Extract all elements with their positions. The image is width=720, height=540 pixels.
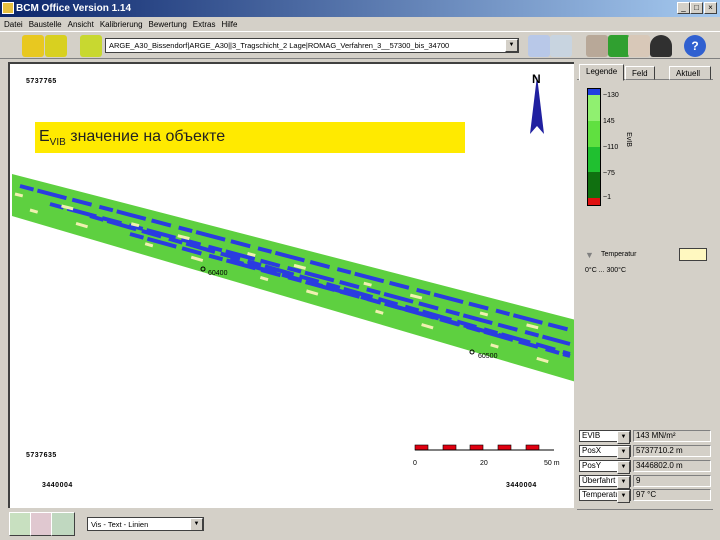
tab-legende[interactable]: Legende (579, 64, 625, 81)
layer-select[interactable]: Vis - Text - Linien ▼ (87, 517, 204, 531)
menu-baustelle[interactable]: Baustelle (29, 20, 62, 29)
project-select-value: ARGE_A30_Bissendorf|ARGE_A30||3_Tragschi… (109, 41, 450, 50)
app-icon (2, 2, 14, 14)
scale-label-0: 0 (413, 460, 417, 467)
layer-select-value: Vis - Text - Linien (91, 520, 149, 529)
readout-field-select[interactable]: Überfahrt ▼ (579, 475, 631, 489)
annotation-text: значение на объекте (70, 128, 226, 145)
legend-label: 145 (603, 118, 615, 125)
project-select[interactable]: ARGE_A30_Bissendorf|ARGE_A30||3_Tragschi… (105, 38, 519, 53)
open-folder-icon[interactable] (80, 35, 102, 57)
maximize-button[interactable]: □ (690, 2, 703, 14)
menu-datei[interactable]: Datei (4, 20, 23, 29)
readout-value: 9 (633, 475, 711, 487)
readout-field-select[interactable]: PosY ▼ (579, 460, 631, 474)
readout-value: 3446802.0 m (633, 460, 711, 472)
readout-value: 97 °C (633, 489, 711, 501)
menu-ansicht[interactable]: Ansicht (68, 20, 94, 29)
station-label: 60500 (478, 353, 498, 360)
lines-icon[interactable] (628, 35, 650, 57)
north-label: N (532, 72, 541, 86)
map-icon[interactable] (586, 35, 608, 57)
legend-color-bar (587, 88, 601, 206)
menu-kalibrierung[interactable]: Kalibrierung (100, 20, 143, 29)
panel-tabs: Legende Feld Aktuell (577, 64, 713, 81)
coord-x-left: 3440004 (42, 482, 73, 489)
toolbar: ARGE_A30_Bissendorf|ARGE_A30||3_Tragschi… (0, 31, 720, 59)
divider (577, 509, 713, 510)
menu-extras[interactable]: Extras (193, 20, 216, 29)
title-bar: BCM Office Version 1.14 (0, 0, 720, 17)
filter-range: 0°C ... 300°C (585, 267, 627, 274)
coord-y-bottom: 5737635 (26, 452, 57, 459)
coord-y-top: 5737765 (26, 78, 57, 85)
tab-feld[interactable]: Feld (625, 66, 655, 80)
legend-label: ~130 (603, 92, 619, 99)
roller-icon[interactable] (22, 35, 44, 57)
layers-icon[interactable] (608, 35, 630, 57)
station-label: 60400 (208, 270, 228, 277)
roller-add-icon[interactable] (45, 35, 67, 57)
scale-label-20: 20 (480, 460, 488, 467)
legend-unit: EvIB (624, 132, 632, 147)
readout-value: 143 MN/m² (633, 430, 711, 442)
window-title: BCM Office Version 1.14 (16, 3, 132, 14)
refresh-map-icon[interactable] (51, 512, 75, 536)
legend-label: ~75 (603, 170, 615, 177)
readout-value: 5737710.2 m (633, 445, 711, 457)
help-icon[interactable]: ? (684, 35, 706, 57)
map-view[interactable]: 5737765 5737635 3440004 3440004 N EVIB з… (8, 62, 574, 508)
filter-color-swatch[interactable] (679, 248, 707, 261)
annotation-box: EVIB значение на объекте (35, 122, 465, 153)
weight-icon[interactable] (650, 35, 672, 57)
chevron-down-icon[interactable]: ▼ (190, 518, 203, 530)
coord-x-right: 3440004 (506, 482, 537, 489)
menu-hilfe[interactable]: Hilfe (221, 20, 237, 29)
chevron-down-icon[interactable]: ▼ (505, 39, 518, 52)
menu-bar: Datei Baustelle Ansicht Kalibrierung Bewertu… (0, 17, 720, 31)
close-button[interactable]: × (704, 2, 717, 14)
menu-bewertung[interactable]: Bewertung (149, 20, 187, 29)
legend-label: ~110 (603, 144, 619, 151)
readout-field-select[interactable]: EVIB ▼ (579, 430, 631, 444)
minimize-button[interactable]: _ (677, 2, 690, 14)
legend-label: ~1 (603, 194, 611, 201)
readout-field-select[interactable]: Temperatur ▼ (579, 489, 631, 503)
filter-icon[interactable]: ▼ (585, 250, 594, 260)
annotation-subscript: VIB (49, 137, 66, 149)
tab-aktuell[interactable]: Aktuell (669, 66, 711, 80)
filter-label: Temperatur (601, 251, 637, 258)
readout-field-select[interactable]: PosX ▼ (579, 445, 631, 459)
print-icon[interactable] (550, 35, 572, 57)
annotation-symbol: E (39, 128, 50, 145)
scale-label-50: 50 m (544, 460, 560, 467)
report-icon[interactable] (528, 35, 550, 57)
